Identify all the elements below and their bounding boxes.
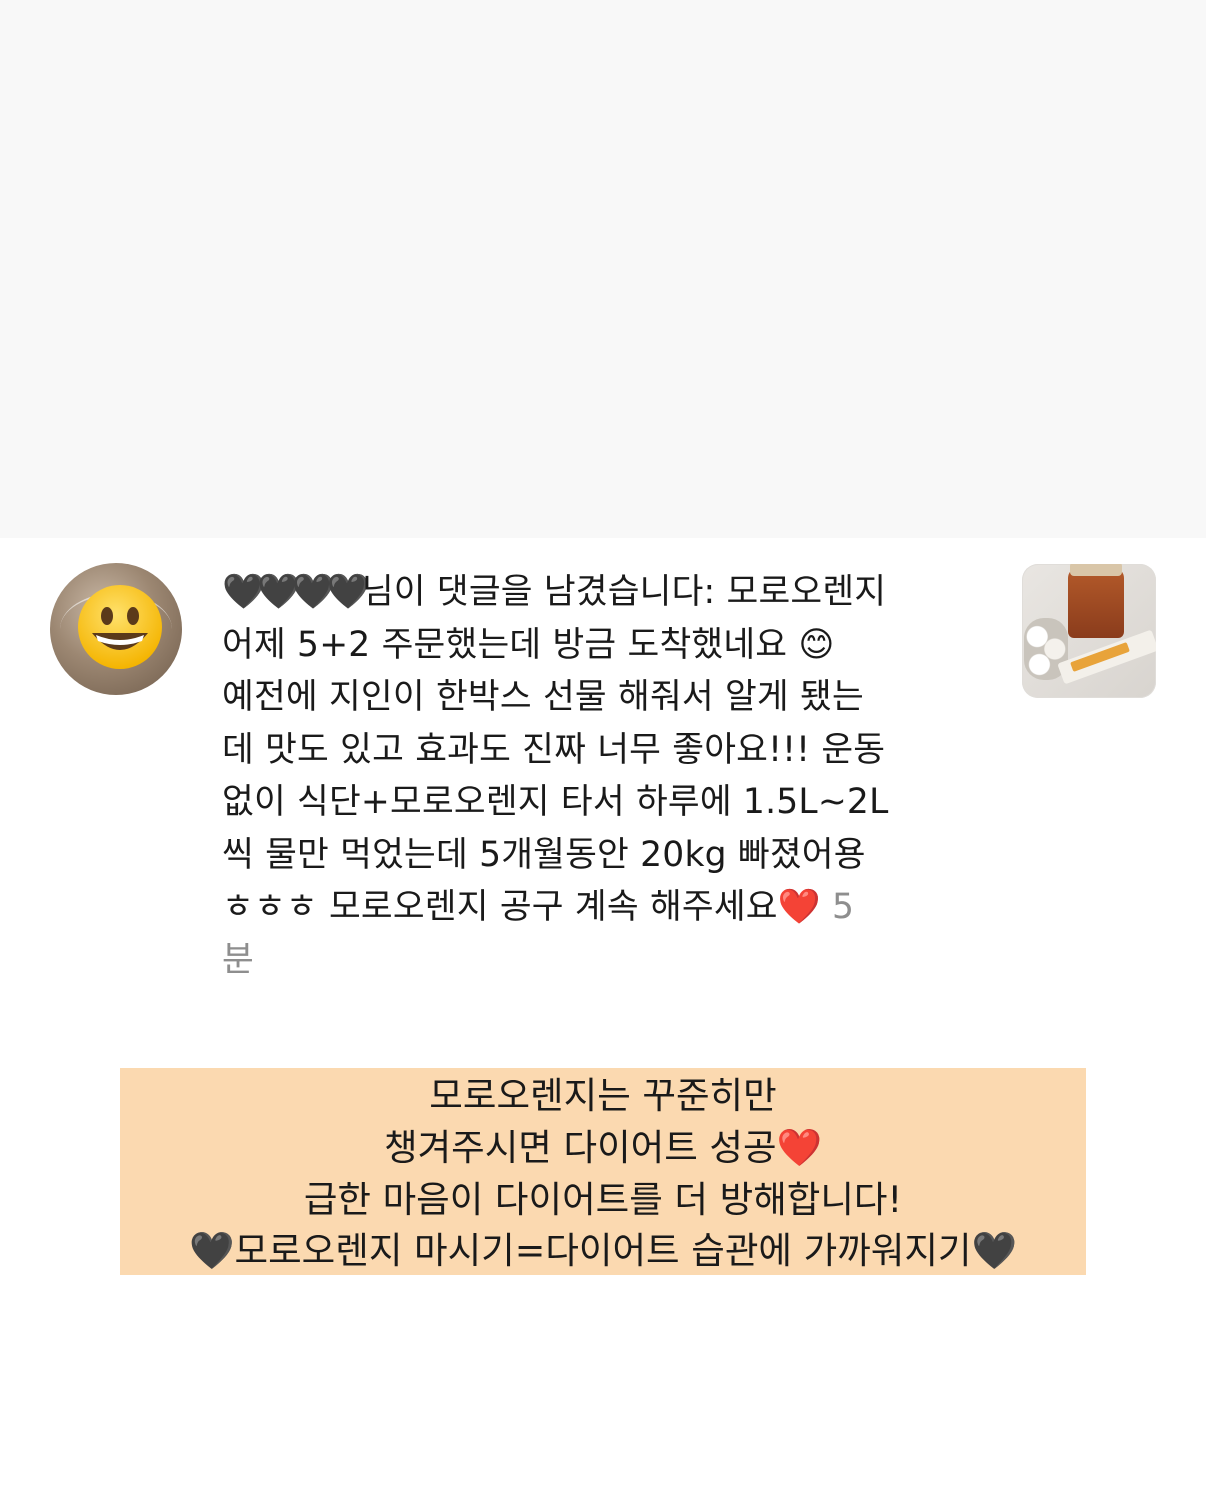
thumbnail-jar-cap — [1070, 564, 1122, 576]
banner-line-3: 급한 마음이 다이어트를 더 방해합니다! — [303, 1177, 903, 1221]
promo-banner: 모로오렌지는 꾸준히만 챙겨주시면 다이어트 성공❤️ 급한 마음이 다이어트를… — [120, 1068, 1086, 1275]
comment-body: 님이 댓글을 남겼습니다: 모로오렌지 어제 5+2 주문했는데 방금 도착했네… — [222, 572, 889, 927]
thumbnail-jar — [1068, 568, 1124, 638]
grinning-face-icon — [78, 585, 162, 669]
post-thumbnail[interactable] — [1022, 564, 1156, 698]
banner-line-2: 챙겨주시면 다이어트 성공❤️ — [383, 1125, 823, 1169]
avatar[interactable] — [50, 563, 182, 695]
comment-notification[interactable]: 🖤🖤🖤🖤님이 댓글을 남겼습니다: 모로오렌지 어제 5+2 주문했는데 방금 … — [0, 538, 1206, 980]
comment-text: 🖤🖤🖤🖤님이 댓글을 남겼습니다: 모로오렌지 어제 5+2 주문했는데 방금 … — [222, 566, 1002, 986]
banner-line-1: 모로오렌지는 꾸준히만 — [429, 1074, 777, 1117]
top-blank-area — [0, 0, 1206, 538]
banner-line-4: 🖤모로오렌지 마시기=다이어트 습관에 가까워지기🖤 — [189, 1229, 1017, 1273]
comment-timestamp-number: 5 — [832, 887, 855, 927]
comment-timestamp-unit: 분 — [222, 939, 254, 980]
username-censored[interactable]: 🖤🖤🖤🖤 — [222, 566, 370, 619]
